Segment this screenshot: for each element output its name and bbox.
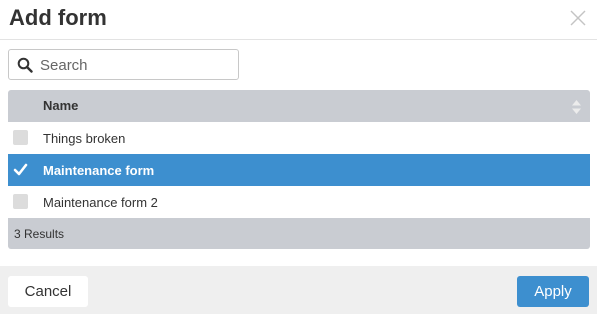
search-input[interactable]	[40, 54, 230, 76]
dialog-footer: Cancel Apply	[0, 266, 597, 314]
row-label: Things broken	[43, 131, 126, 146]
search-box[interactable]	[8, 49, 239, 80]
table-header: Name	[8, 90, 590, 122]
dialog-header: Add form	[0, 0, 597, 40]
column-header-name[interactable]: Name	[43, 98, 78, 113]
forms-table: Name Things broken Maintenance form Main…	[8, 90, 590, 249]
search-icon	[17, 57, 33, 73]
close-icon	[570, 10, 586, 26]
check-icon	[13, 163, 28, 176]
table-row-selected[interactable]: Maintenance form	[8, 154, 590, 186]
table-row[interactable]: Things broken	[8, 122, 590, 154]
cancel-button[interactable]: Cancel	[8, 276, 88, 307]
row-checkbox[interactable]	[13, 194, 28, 209]
row-label: Maintenance form	[43, 163, 155, 178]
table-row[interactable]: Maintenance form 2	[8, 186, 590, 218]
sort-icon[interactable]	[572, 100, 581, 114]
dialog-title: Add form	[9, 5, 107, 30]
add-form-dialog: Add form Name Things broken	[0, 0, 597, 314]
row-label: Maintenance form 2	[43, 195, 158, 210]
table-footer: 3 Results	[8, 218, 590, 249]
close-button[interactable]	[569, 9, 587, 27]
results-count: 3 Results	[14, 227, 65, 241]
apply-button[interactable]: Apply	[517, 276, 589, 307]
row-checkbox[interactable]	[13, 130, 28, 145]
